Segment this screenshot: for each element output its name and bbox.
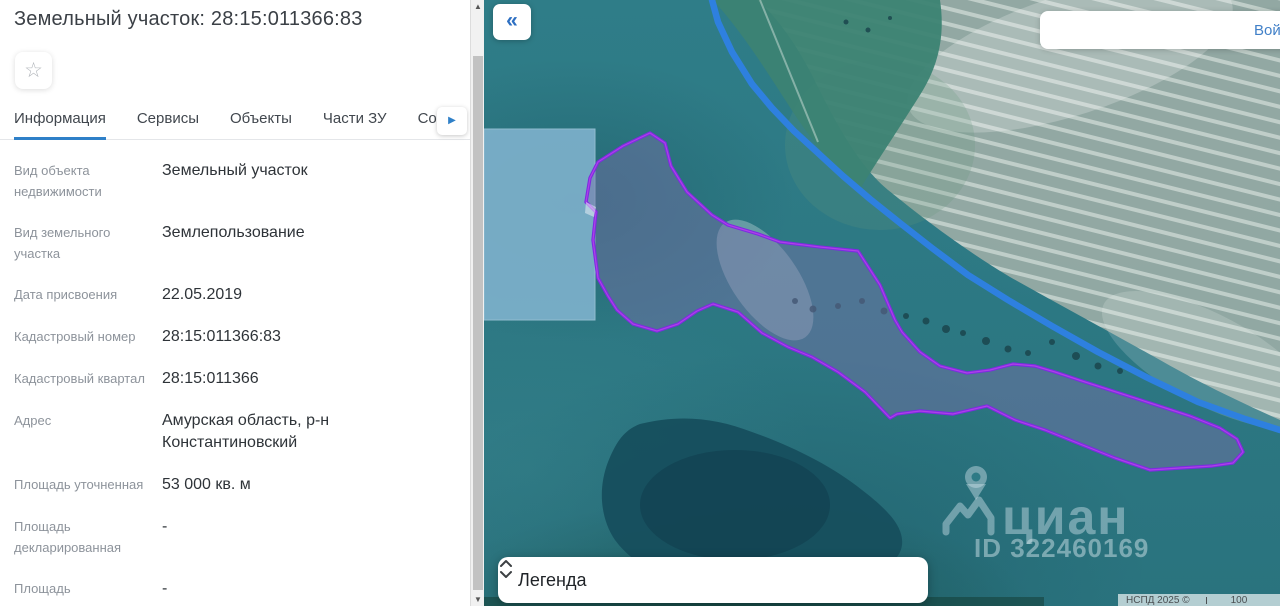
tab-services[interactable]: Сервисы	[137, 103, 199, 139]
map-canvas[interactable]: циан ID 322460169 « Войти Легенда НСПД 2…	[484, 0, 1280, 606]
page-title: Земельный участок: 28:15:011366:83	[14, 8, 363, 30]
legend-label: Легенда	[518, 569, 587, 590]
attribute-row: Кадастровый квартал 28:15:011366	[14, 368, 456, 390]
arrow-right-icon: ▶	[448, 115, 456, 126]
attribute-label: Вид земельного участка	[14, 225, 111, 261]
star-icon: ☆	[24, 59, 43, 82]
attribute-value: -	[162, 518, 168, 535]
map-layers: циан ID 322460169	[484, 0, 1280, 606]
attribute-label: Кадастровый номер	[14, 329, 136, 344]
attribute-value: Амурская область, р-н Константиновский	[162, 412, 330, 451]
attribute-value: Земельный участок	[162, 162, 308, 179]
favorite-button[interactable]: ☆	[15, 52, 52, 89]
tab-objects[interactable]: Объекты	[230, 103, 292, 139]
scroll-down-icon[interactable]: ▼	[471, 593, 485, 606]
attribute-row: Площадь уточненная 53 000 кв. м	[14, 474, 456, 496]
attribute-label: Площадь	[14, 581, 71, 596]
tabs-overflow-button[interactable]: ▶	[437, 107, 467, 135]
login-label: Войти	[1254, 21, 1280, 39]
attribute-value: 53 000 кв. м	[162, 476, 251, 493]
attribute-row: Площадь -	[14, 578, 456, 600]
attribute-list: Вид объекта недвижимости Земельный участ…	[14, 160, 456, 606]
quarter-highlight-rect	[484, 128, 596, 321]
attribute-label: Вид объекта недвижимости	[14, 163, 102, 199]
chevron-up-down-icon	[500, 560, 512, 578]
attribute-row: Дата присвоения 22.05.2019	[14, 284, 456, 306]
panel-scrollbar[interactable]: ▲ ▼	[470, 0, 484, 606]
attribute-value: 22.05.2019	[162, 286, 243, 303]
scrollbar-thumb[interactable]	[473, 56, 483, 590]
attribute-value: 28:15:011366	[162, 370, 259, 387]
double-chevron-left-icon: «	[506, 9, 518, 32]
attribute-value: Землепользование	[162, 224, 305, 241]
scale-tick	[1205, 596, 1207, 604]
watermark-id: ID 322460169	[974, 533, 1149, 563]
login-button[interactable]: Войти	[1040, 11, 1280, 49]
info-panel: Земельный участок: 28:15:011366:83 ☆ Инф…	[0, 0, 472, 606]
tab-information[interactable]: Информация	[14, 103, 106, 140]
attribute-label: Дата присвоения	[14, 287, 118, 302]
attribute-row: Площадь декларированная -	[14, 516, 456, 558]
map-attribution: НСПД 2025 © 100	[1118, 594, 1280, 606]
attribution-text: НСПД 2025 ©	[1126, 594, 1190, 606]
attribute-row: Вид объекта недвижимости Земельный участ…	[14, 160, 456, 202]
attribute-value: -	[162, 580, 168, 597]
attribute-label: Кадастровый квартал	[14, 371, 145, 386]
scale-label: 100	[1230, 594, 1248, 606]
collapse-panel-button[interactable]: «	[493, 4, 531, 40]
attribute-label: Площадь уточненная	[14, 477, 144, 492]
attribute-row: Адрес Амурская область, р-н Константинов…	[14, 410, 456, 454]
attribute-label: Адрес	[14, 413, 52, 428]
attribute-value: 28:15:011366:83	[162, 328, 281, 345]
tab-bar: Информация Сервисы Объекты Части ЗУ Сост…	[0, 103, 472, 140]
watermark: циан ID 322460169	[942, 466, 1149, 563]
attribute-label: Площадь декларированная	[14, 519, 122, 555]
attribute-row: Вид земельного участка Землепользование	[14, 222, 456, 264]
legend-dropdown[interactable]: Легенда	[498, 557, 928, 603]
scroll-up-icon[interactable]: ▲	[471, 0, 485, 13]
tab-parcel-parts[interactable]: Части ЗУ	[323, 103, 387, 139]
attribute-row: Кадастровый номер 28:15:011366:83	[14, 326, 456, 348]
